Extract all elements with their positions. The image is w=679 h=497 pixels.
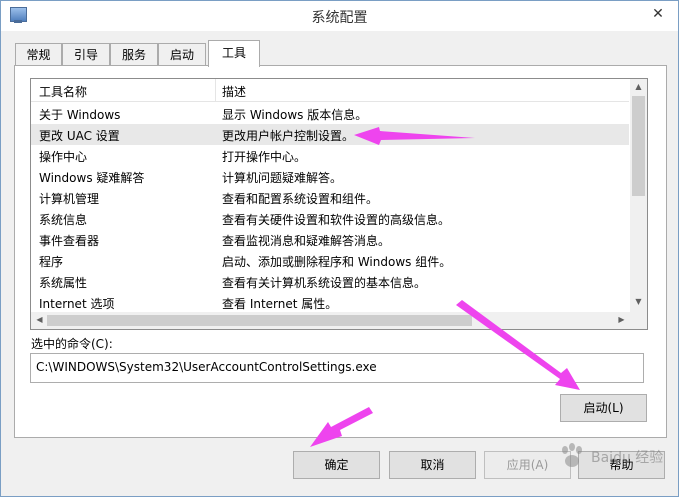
list-item[interactable]: 操作中心 打开操作中心。 (31, 145, 629, 166)
tab-startup[interactable]: 启动 (158, 43, 206, 66)
scroll-right-arrow-icon[interactable]: ▶ (613, 315, 630, 324)
tool-description: 查看有关计算机系统设置的基本信息。 (222, 276, 427, 290)
list-item[interactable]: 系统属性 查看有关计算机系统设置的基本信息。 (31, 271, 629, 292)
tab-tools[interactable]: 工具 (208, 40, 260, 67)
list-item[interactable]: 系统信息 查看有关硬件设置和软件设置的高级信息。 (31, 208, 629, 229)
tool-name: 操作中心 (39, 150, 88, 164)
tool-description: 查看 Internet 属性。 (222, 297, 338, 311)
tools-list[interactable]: 工具名称 描述 关于 Windows 显示 Windows 版本信息。 更改 U… (30, 78, 648, 330)
column-header-tool-name[interactable]: 工具名称 (39, 83, 87, 100)
horizontal-scrollbar[interactable]: ◀ ▶ (31, 312, 647, 329)
list-item[interactable]: 事件查看器 查看监视消息和疑难解答消息。 (31, 229, 629, 250)
tool-description: 显示 Windows 版本信息。 (222, 108, 368, 122)
column-header-description[interactable]: 描述 (222, 83, 246, 100)
watermark-text: Baidu 经验 (591, 450, 664, 466)
tool-name: 关于 Windows (39, 108, 121, 122)
selected-command-value: C:\WINDOWS\System32\UserAccountControlSe… (36, 360, 377, 374)
tab-boot[interactable]: 引导 (62, 43, 110, 66)
list-header: 工具名称 描述 (31, 79, 629, 102)
scroll-up-arrow-icon[interactable]: ▲ (630, 82, 647, 91)
tool-description: 启动、添加或删除程序和 Windows 组件。 (222, 255, 452, 269)
scroll-left-arrow-icon[interactable]: ◀ (31, 315, 48, 324)
paw-logo-icon (562, 443, 582, 467)
list-item[interactable]: 程序 启动、添加或删除程序和 Windows 组件。 (31, 250, 629, 271)
tab-services[interactable]: 服务 (110, 43, 158, 66)
tool-description: 查看有关硬件设置和软件设置的高级信息。 (222, 213, 451, 227)
tool-name: 更改 UAC 设置 (39, 129, 120, 143)
list-item[interactable]: 关于 Windows 显示 Windows 版本信息。 (31, 103, 629, 124)
horizontal-scroll-thumb[interactable] (47, 315, 472, 326)
column-divider[interactable] (215, 79, 216, 101)
tool-description: 打开操作中心。 (222, 150, 307, 164)
tool-description: 更改用户帐户控制设置。 (222, 129, 355, 143)
ok-button[interactable]: 确定 (293, 451, 380, 479)
list-item[interactable]: Internet 选项 查看 Internet 属性。 (31, 292, 629, 313)
list-item[interactable]: Windows 疑难解答 计算机问题疑难解答。 (31, 166, 629, 187)
scroll-down-arrow-icon[interactable]: ▼ (630, 297, 647, 306)
tool-description: 查看监视消息和疑难解答消息。 (222, 234, 391, 248)
cancel-button[interactable]: 取消 (389, 451, 476, 479)
tab-general[interactable]: 常规 (15, 43, 62, 66)
close-button[interactable]: ✕ (645, 5, 671, 23)
tool-description: 计算机问题疑难解答。 (222, 171, 343, 185)
list-item-selected[interactable]: 更改 UAC 设置 更改用户帐户控制设置。 (31, 124, 629, 145)
tool-name: Windows 疑难解答 (39, 171, 145, 185)
vertical-scroll-thumb[interactable] (632, 96, 645, 196)
tool-description: 查看和配置系统设置和组件。 (222, 192, 379, 206)
tool-name: 系统信息 (39, 213, 88, 227)
tool-name: 程序 (39, 255, 64, 269)
selected-command-field[interactable]: C:\WINDOWS\System32\UserAccountControlSe… (30, 353, 644, 383)
tool-name: 系统属性 (39, 276, 88, 290)
vertical-scrollbar[interactable]: ▲ ▼ (630, 79, 647, 312)
tool-name: Internet 选项 (39, 297, 115, 311)
list-item[interactable]: 计算机管理 查看和配置系统设置和组件。 (31, 187, 629, 208)
title-bar: 系统配置 ✕ (1, 1, 678, 31)
tool-name: 计算机管理 (39, 192, 100, 206)
selected-command-label: 选中的命令(C): (31, 337, 113, 351)
window-title: 系统配置 (311, 10, 368, 26)
launch-button[interactable]: 启动(L) (560, 394, 647, 422)
tool-name: 事件查看器 (39, 234, 100, 248)
watermark: Baidu 经验 (545, 438, 679, 474)
